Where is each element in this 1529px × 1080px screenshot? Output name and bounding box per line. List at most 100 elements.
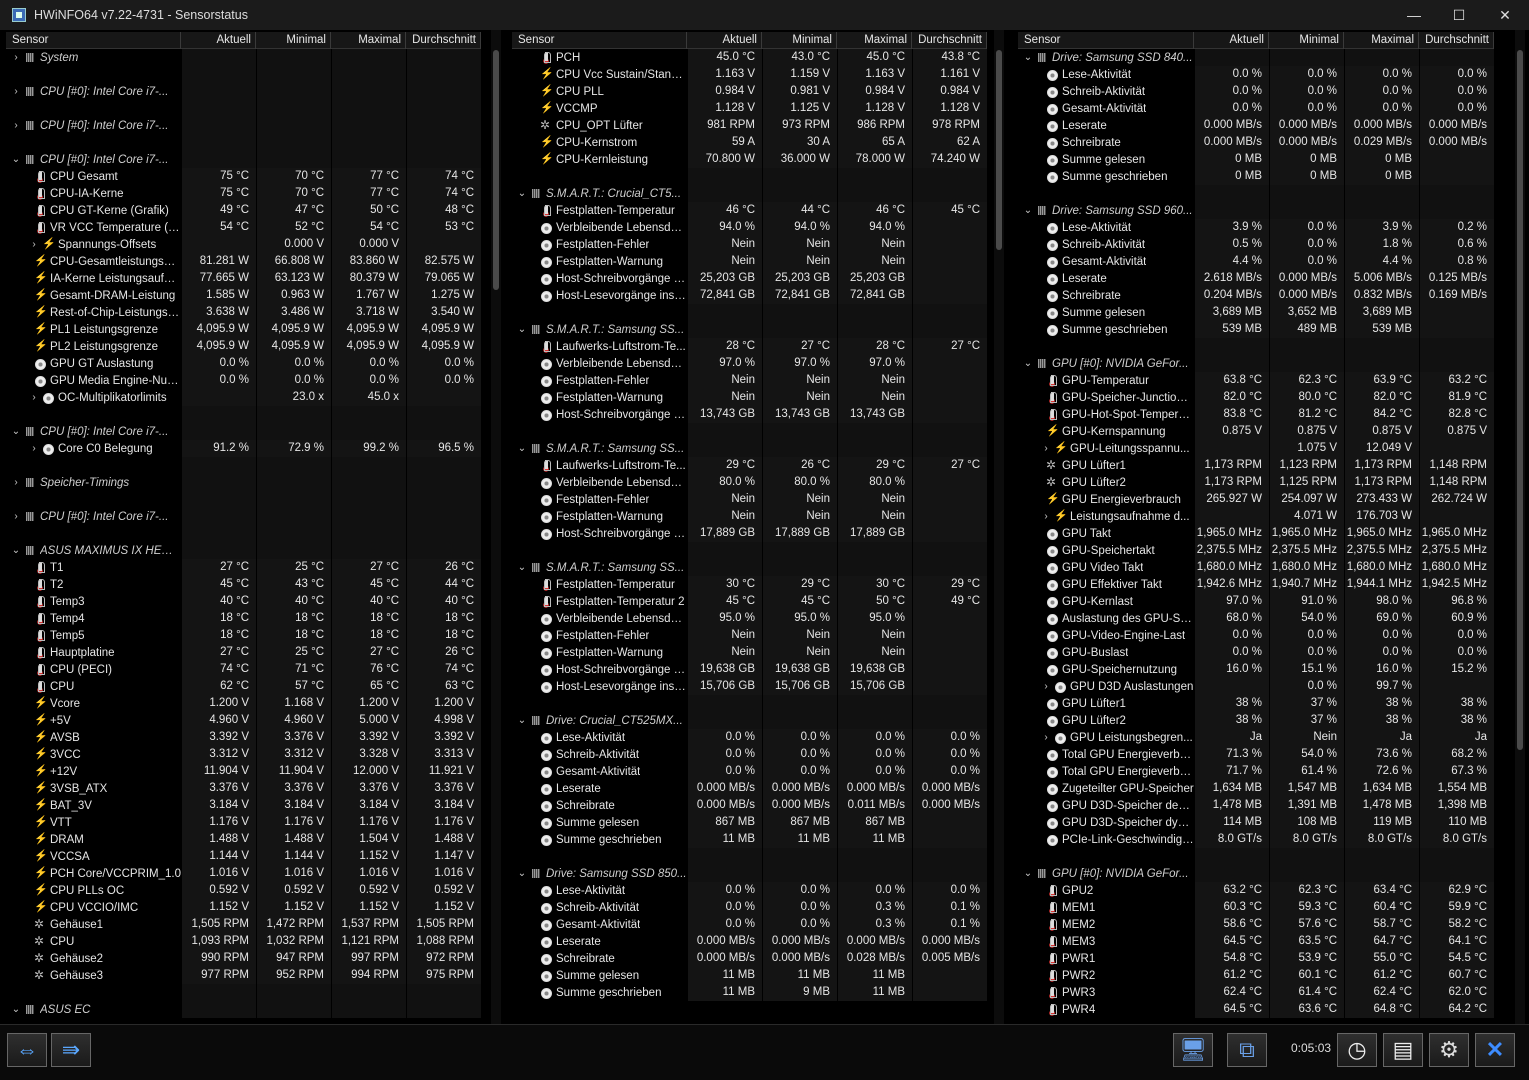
collapse-chevron-icon[interactable]: ⌄ <box>10 545 22 556</box>
sensor-row[interactable]: AVSB3.392 V3.376 V3.392 V3.392 V <box>6 729 481 746</box>
sensor-row[interactable]: Host-Schreibvorgänge in... 25,203 GB 25,20… <box>512 270 987 287</box>
network-icon[interactable]: ⧉ <box>1227 1033 1267 1067</box>
sensor-row[interactable]: CPU PLL0.984 V0.981 V0.984 V0.984 V <box>512 83 987 100</box>
sensor-row[interactable]: Verbleibende Lebensdau... 97.0 % 97.0 % 97.… <box>512 355 987 372</box>
sensor-row[interactable]: Verbleibende Lebensdau... 95.0 % 95.0 % 95.… <box>512 610 987 627</box>
sensor-row[interactable]: GPU-Hot-Spot-Temperatur 83.8 °C 81.2 °C 84.… <box>1018 406 1494 423</box>
sensor-row[interactable]: Festplatten-Warnung Nein Nein Nein <box>512 253 987 270</box>
sensor-row[interactable]: Summe gelesen 11 MB 11 MB 11 MB <box>512 967 987 984</box>
sensor-row[interactable]: Verbleibende Lebensdau... 80.0 % 80.0 % 80.… <box>512 474 987 491</box>
expand-chevron-icon[interactable]: › <box>28 392 40 403</box>
header-current[interactable]: Aktuell <box>181 32 256 49</box>
sensor-group-row[interactable]: › System <box>6 49 481 66</box>
sensor-row[interactable]: GPU Media Engine-Nutzung 0.0 % 0.0 % 0.0 % 0… <box>6 372 481 389</box>
sensor-row[interactable]: GPU Energieverbrauch 265.927 W254.097 W27… <box>1018 491 1494 508</box>
header-avg[interactable]: Durchschnitt <box>406 32 481 49</box>
sensor-group-row[interactable]: ⌄ S.M.A.R.T.: Samsung SS... <box>512 440 987 457</box>
header-current[interactable]: Aktuell <box>1194 32 1269 49</box>
sensor-row[interactable]: › Core C0 Belegung 91.2 % 72.9 % 99.2 % 96.5 … <box>6 440 481 457</box>
sensor-row[interactable]: Temp3 40 °C 40 °C 40 °C 40 °C <box>6 593 481 610</box>
sensor-row[interactable]: GPU2 63.2 °C 62.3 °C 63.4 °C 62.9 °C <box>1018 882 1494 899</box>
sensor-row[interactable]: Lese-Aktivität 3.9 % 0.0 % 3.9 % 0.2 % <box>1018 219 1494 236</box>
sensor-row[interactable]: › GPU Leistungsbegren... Ja Nein Ja Ja <box>1018 729 1494 746</box>
sensor-row[interactable]: Festplatten-Temperatur 46 °C 44 °C 46 °C 45 … <box>512 202 987 219</box>
scrollbar-middle[interactable] <box>994 30 1004 1024</box>
sensor-row[interactable]: Zugeteilter GPU-Speicher 1,634 MB 1,547 MB… <box>1018 780 1494 797</box>
sensor-row[interactable]: Laufwerks-Luftstrom-Te... 29 °C 26 °C 29 °C… <box>512 457 987 474</box>
sensor-row[interactable]: +12V11.904 V11.904 V12.000 V11.921 V <box>6 763 481 780</box>
sensor-row[interactable]: GPU-Temperatur 63.8 °C 62.3 °C 63.9 °C 63.2 … <box>1018 372 1494 389</box>
sensor-row[interactable]: CPU PLLs OC0.592 V0.592 V0.592 V0.592 V <box>6 882 481 899</box>
sensor-row[interactable]: Festplatten-Warnung Nein Nein Nein <box>512 508 987 525</box>
expand-chevron-icon[interactable]: › <box>28 443 40 454</box>
sensor-row[interactable]: Leserate 0.000 MB/s 0.000 MB/s 0.000 MB/s 0.… <box>1018 117 1494 134</box>
close-button[interactable]: ✕ <box>1482 0 1528 30</box>
header-max[interactable]: Maximal <box>837 32 912 49</box>
sensor-group-row[interactable]: › CPU [#0]: Intel Core i7-... <box>6 508 481 525</box>
sensor-row[interactable]: Festplatten-Fehler Nein Nein Nein <box>512 372 987 389</box>
column-header[interactable]: Sensor Aktuell Minimal Maximal Durchschnitt <box>1018 32 1494 49</box>
sensor-row[interactable]: › Spannungs-Offsets 0.000 V0.000 V <box>6 236 481 253</box>
sensor-row[interactable]: Summe geschrieben 539 MB 489 MB 539 MB <box>1018 321 1494 338</box>
sensor-row[interactable]: Schreib-Aktivität 0.0 % 0.0 % 0.0 % 0.0 % <box>512 746 987 763</box>
sensor-row[interactable]: Schreibrate 0.204 MB/s 0.000 MB/s 0.832 MB/… <box>1018 287 1494 304</box>
sensor-row[interactable]: › GPU-Leitungsspannu... 1.075 V12.049 V <box>1018 440 1494 457</box>
sensor-row[interactable]: Total GPU Energieverbra... 71.3 % 54.0 % 73… <box>1018 746 1494 763</box>
sensor-row[interactable]: GPU Video Takt 1,680.0 MHz 1,680.0 MHz 1,68… <box>1018 559 1494 576</box>
sensor-group-row[interactable]: ⌄ GPU [#0]: NVIDIA GeFor... <box>1018 865 1494 882</box>
sensor-row[interactable]: › GPU D3D Auslastungen 0.0 % 99.7 % <box>1018 678 1494 695</box>
sensor-row[interactable]: GPU-Kernlast 97.0 % 91.0 % 98.0 % 96.8 % <box>1018 593 1494 610</box>
sensor-row[interactable]: Gesamt-Aktivität 4.4 % 0.0 % 4.4 % 0.8 % <box>1018 253 1494 270</box>
sensor-row[interactable]: CPU-Kernstrom 59 A30 A65 A62 A <box>512 134 987 151</box>
sensor-row[interactable]: Schreibrate 0.000 MB/s 0.000 MB/s 0.028 MB/… <box>512 950 987 967</box>
header-avg[interactable]: Durchschnitt <box>912 32 987 49</box>
sensor-row[interactable]: CPU_OPT Lüfter 981 RPM973 RPM986 RPM978 R… <box>512 117 987 134</box>
sensor-group-row[interactable]: ⌄ ASUS MAXIMUS IX HERO... <box>6 542 481 559</box>
sensor-row[interactable]: Gesamt-Aktivität 0.0 % 0.0 % 0.3 % 0.1 % <box>512 916 987 933</box>
sensor-row[interactable]: CPU 1,093 RPM1,032 RPM1,121 RPM1,088 RPM <box>6 933 481 950</box>
sensor-row[interactable]: Summe gelesen 867 MB 867 MB 867 MB <box>512 814 987 831</box>
sensor-row[interactable]: Leserate 0.000 MB/s 0.000 MB/s 0.000 MB/s 0.… <box>512 933 987 950</box>
collapse-chevron-icon[interactable]: ⌄ <box>516 324 528 335</box>
clock-icon[interactable]: ◷ <box>1337 1033 1377 1067</box>
sensor-row[interactable]: 3VCC3.312 V3.312 V3.328 V3.313 V <box>6 746 481 763</box>
sensor-group-row[interactable]: ⌄ Drive: Samsung SSD 840... <box>1018 49 1494 66</box>
collapse-chevron-icon[interactable]: ⌄ <box>516 868 528 879</box>
sensor-row[interactable]: IA-Kerne Leistungsaufna...77.665 W63.123… <box>6 270 481 287</box>
sensor-row[interactable]: 3VSB_ATX3.376 V3.376 V3.376 V3.376 V <box>6 780 481 797</box>
sensor-row[interactable]: GPU Takt 1,965.0 MHz 1,965.0 MHz 1,965.0 MH… <box>1018 525 1494 542</box>
sensor-row[interactable]: Vcore1.200 V1.168 V1.200 V1.200 V <box>6 695 481 712</box>
sensor-row[interactable]: Gesamt-Aktivität 0.0 % 0.0 % 0.0 % 0.0 % <box>512 763 987 780</box>
sensor-row[interactable]: Rest-of-Chip-Leistungsa...3.638 W3.486 W… <box>6 304 481 321</box>
sensor-row[interactable]: GPU D3D-Speicher dyna... 114 MB 108 MB 119 … <box>1018 814 1494 831</box>
sensor-row[interactable]: CPU Gesamt 75 °C 70 °C 77 °C 74 °C <box>6 168 481 185</box>
sensor-row[interactable]: GPU Lüfter11,173 RPM1,123 RPM1,173 RPM1,… <box>1018 457 1494 474</box>
sensor-row[interactable]: PWR2 61.2 °C 60.1 °C 61.2 °C 60.7 °C <box>1018 967 1494 984</box>
sensor-row[interactable]: VTT1.176 V1.176 V1.176 V1.176 V <box>6 814 481 831</box>
sensor-row[interactable]: Gehäuse11,505 RPM1,472 RPM1,537 RPM1,505… <box>6 916 481 933</box>
collapse-chevron-icon[interactable]: ⌄ <box>516 715 528 726</box>
sensor-row[interactable]: Festplatten-Warnung Nein Nein Nein <box>512 644 987 661</box>
sensor-row[interactable]: GPU-Kernspannung0.875 V0.875 V0.875 V0.8… <box>1018 423 1494 440</box>
sensor-row[interactable]: Temp5 18 °C 18 °C 18 °C 18 °C <box>6 627 481 644</box>
header-min[interactable]: Minimal <box>1269 32 1344 49</box>
header-max[interactable]: Maximal <box>1344 32 1419 49</box>
sensor-group-row[interactable]: ⌄ ASUS EC <box>6 1001 481 1018</box>
sensor-row[interactable]: Leserate 0.000 MB/s 0.000 MB/s 0.000 MB/s 0.… <box>512 780 987 797</box>
scrollbar-right[interactable] <box>1515 30 1525 1024</box>
expand-chevron-icon[interactable]: › <box>10 120 22 131</box>
scrollbar-left[interactable] <box>491 30 501 1024</box>
add-report-icon[interactable]: ▤ <box>1383 1033 1423 1067</box>
expand-chevron-icon[interactable]: › <box>1040 732 1052 743</box>
arrows-right-icon[interactable]: ⇛ <box>51 1033 91 1067</box>
header-current[interactable]: Aktuell <box>687 32 762 49</box>
sensor-row[interactable]: Host-Schreibvorgänge in... 13,743 GB 13,74… <box>512 406 987 423</box>
collapse-chevron-icon[interactable]: ⌄ <box>10 154 22 165</box>
collapse-chevron-icon[interactable]: ⌄ <box>1022 868 1034 879</box>
sensor-group-row[interactable]: ⌄ S.M.A.R.T.: Crucial_CT5... <box>512 185 987 202</box>
sensor-row[interactable]: DRAM1.488 V1.488 V1.504 V1.488 V <box>6 831 481 848</box>
sensor-row[interactable]: Schreibrate 0.000 MB/s 0.000 MB/s 0.011 MB/… <box>512 797 987 814</box>
close-x-icon[interactable]: ✕ <box>1475 1033 1515 1067</box>
header-min[interactable]: Minimal <box>762 32 837 49</box>
arrows-leftright-icon[interactable]: ⇔ <box>7 1033 47 1067</box>
